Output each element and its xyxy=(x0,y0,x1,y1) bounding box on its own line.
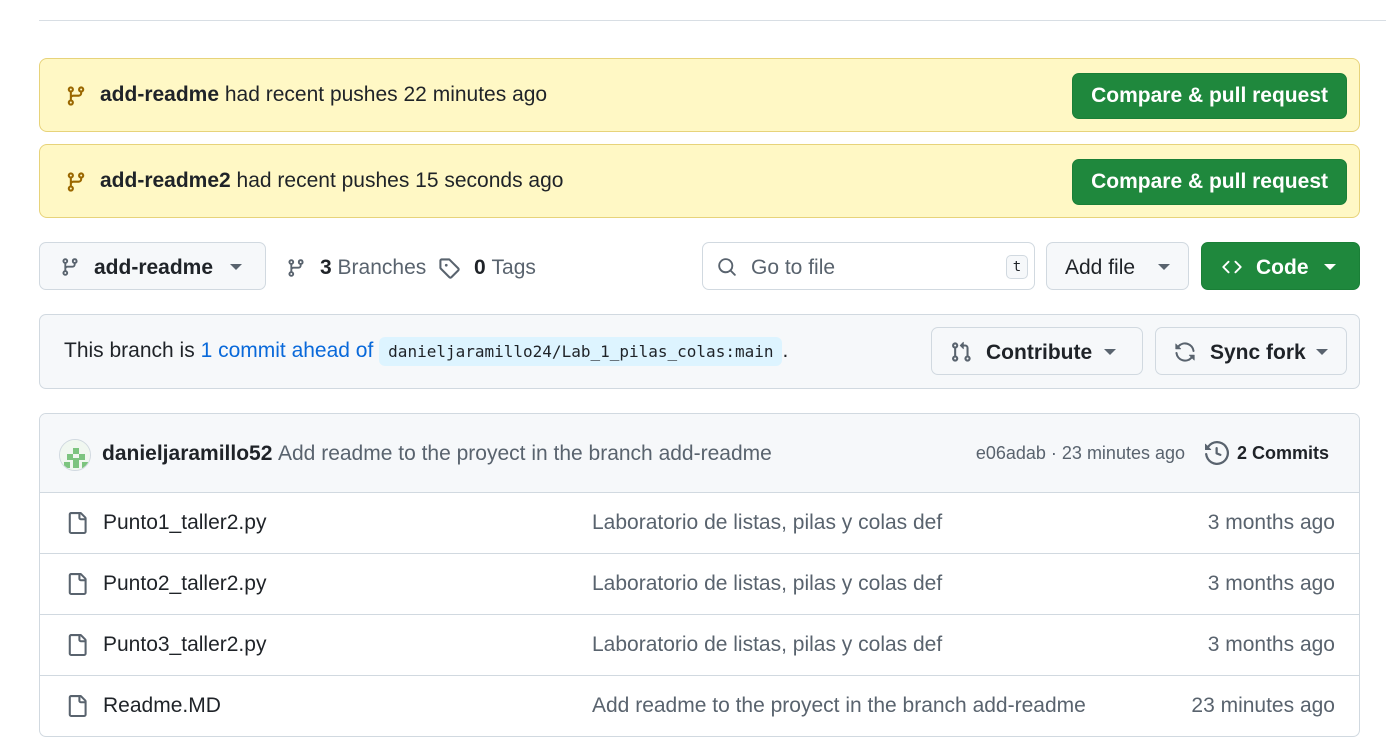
compare-pull-request-button[interactable]: Compare & pull request xyxy=(1072,159,1347,205)
branch-status-bar: This branch is 1 commit ahead of danielj… xyxy=(39,314,1360,389)
recent-push-banner: add-readme2 had recent pushes 15 seconds… xyxy=(39,144,1360,218)
git-branch-icon xyxy=(67,86,85,106)
commit-meta[interactable]: e06adab · 23 minutes ago xyxy=(976,443,1185,464)
code-label: Code xyxy=(1256,256,1309,279)
chevron-down-icon xyxy=(1316,349,1328,355)
upstream-ref: danieljaramillo24/Lab_1_pilas_colas:main xyxy=(379,337,783,366)
commit-message[interactable]: Add readme to the proyect in the branch … xyxy=(278,442,772,466)
file-icon xyxy=(68,695,87,717)
file-icon xyxy=(68,512,87,534)
file-age: 23 minutes ago xyxy=(1191,694,1335,717)
file-age: 3 months ago xyxy=(1207,511,1335,534)
branch-status-prefix: This branch is xyxy=(64,339,201,362)
search-shortcut-key: t xyxy=(1006,255,1028,279)
branch-selector-button[interactable]: add-readme xyxy=(39,242,266,290)
sync-icon xyxy=(1175,342,1195,362)
file-list: danieljaramillo52 Add readme to the proy… xyxy=(39,413,1360,737)
commits-history-link[interactable]: 2 Commits xyxy=(1204,441,1329,465)
file-name[interactable]: Punto3_taller2.py xyxy=(103,633,266,657)
commits-ahead-link[interactable]: 1 commit ahead of xyxy=(201,339,374,362)
banner-message: had recent pushes 22 minutes ago xyxy=(219,83,548,106)
branch-selector-label: add-readme xyxy=(94,256,214,279)
file-row[interactable]: Punto3_taller2.py Laboratorio de listas,… xyxy=(40,615,1359,676)
branches-count: 3 xyxy=(320,256,332,279)
file-commit-message[interactable]: Laboratorio de listas, pilas y colas def xyxy=(592,633,942,657)
contribute-button[interactable]: Contribute xyxy=(931,327,1143,375)
banner-branch-name[interactable]: add-readme2 xyxy=(100,169,231,192)
branch-status-text: This branch is 1 commit ahead of danielj… xyxy=(64,337,789,366)
file-row[interactable]: Punto2_taller2.py Laboratorio de listas,… xyxy=(40,554,1359,615)
file-age: 3 months ago xyxy=(1207,572,1335,595)
file-commit-message[interactable]: Add readme to the proyect in the branch … xyxy=(592,694,1086,718)
banner-message: had recent pushes 15 seconds ago xyxy=(230,169,564,192)
latest-commit-header: danieljaramillo52 Add readme to the proy… xyxy=(40,414,1359,493)
file-icon xyxy=(68,634,87,656)
search-icon xyxy=(718,258,736,276)
branches-link[interactable]: 3 Branches xyxy=(286,254,426,282)
top-divider xyxy=(39,20,1386,21)
git-branch-icon xyxy=(67,172,85,192)
commit-author[interactable]: danieljaramillo52 xyxy=(102,442,272,466)
file-name[interactable]: Punto1_taller2.py xyxy=(103,511,266,535)
file-name[interactable]: Readme.MD xyxy=(103,694,221,718)
git-branch-icon xyxy=(62,258,78,276)
avatar[interactable] xyxy=(59,439,91,471)
code-button[interactable]: Code xyxy=(1201,242,1360,290)
code-icon xyxy=(1222,260,1242,274)
history-icon xyxy=(1204,441,1229,465)
chevron-down-icon xyxy=(1158,264,1170,270)
tags-link[interactable]: 0 Tags xyxy=(438,254,536,282)
git-branch-icon xyxy=(288,259,304,277)
file-age: 3 months ago xyxy=(1207,633,1335,656)
file-row[interactable]: Punto1_taller2.py Laboratorio de listas,… xyxy=(40,493,1359,554)
file-commit-message[interactable]: Laboratorio de listas, pilas y colas def xyxy=(592,572,942,596)
recent-push-banner: add-readme had recent pushes 22 minutes … xyxy=(39,58,1360,132)
search-placeholder: Go to file xyxy=(751,256,836,279)
file-row[interactable]: Readme.MD Add readme to the proyect in t… xyxy=(40,676,1359,736)
chevron-down-icon xyxy=(1324,264,1336,270)
go-to-file-search[interactable]: Go to file t xyxy=(702,242,1035,290)
pull-request-icon xyxy=(952,341,971,362)
banner-branch-name[interactable]: add-readme xyxy=(100,83,219,106)
file-name[interactable]: Punto2_taller2.py xyxy=(103,572,266,596)
compare-pull-request-button[interactable]: Compare & pull request xyxy=(1072,73,1347,119)
banner-text: add-readme2 had recent pushes 15 seconds… xyxy=(100,169,563,193)
tag-icon xyxy=(439,258,460,279)
file-commit-message[interactable]: Laboratorio de listas, pilas y colas def xyxy=(592,511,942,535)
banner-text: add-readme had recent pushes 22 minutes … xyxy=(100,83,547,107)
sync-fork-label: Sync fork xyxy=(1210,341,1306,364)
add-file-label: Add file xyxy=(1065,256,1136,279)
chevron-down-icon xyxy=(1104,349,1116,355)
tags-label: Tags xyxy=(491,256,536,279)
sync-fork-button[interactable]: Sync fork xyxy=(1155,327,1347,375)
identicon-icon xyxy=(60,440,90,470)
commits-count: 2 Commits xyxy=(1236,442,1329,463)
add-file-button[interactable]: Add file xyxy=(1046,242,1189,290)
branch-status-suffix: . xyxy=(782,339,789,362)
branches-label: Branches xyxy=(337,256,427,279)
chevron-down-icon xyxy=(230,264,242,270)
tags-count: 0 xyxy=(474,256,486,279)
contribute-label: Contribute xyxy=(986,341,1093,364)
file-icon xyxy=(68,573,87,595)
